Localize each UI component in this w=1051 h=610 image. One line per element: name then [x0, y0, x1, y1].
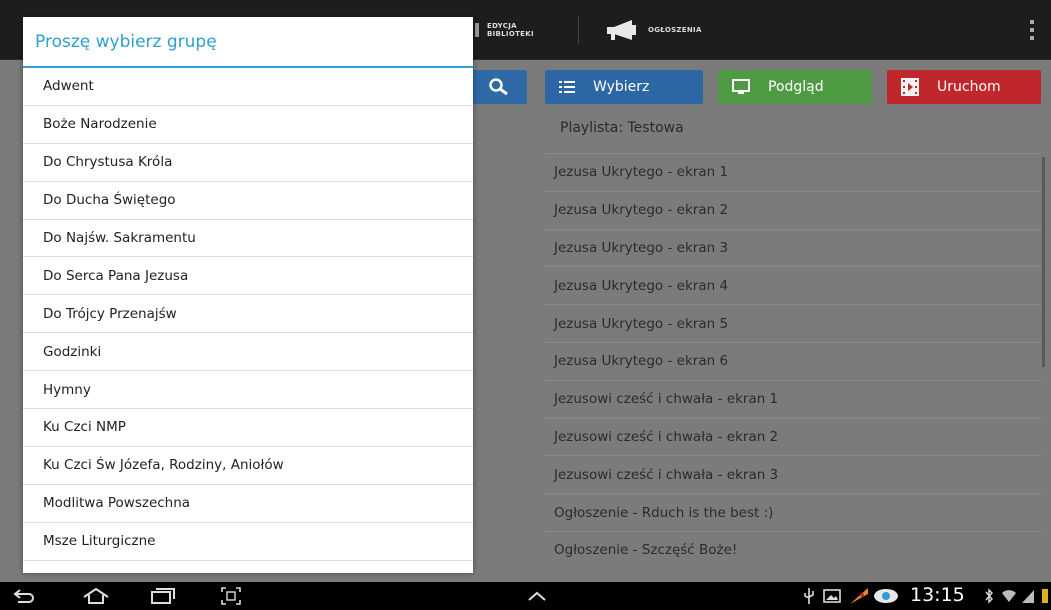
- playlist-item[interactable]: Jezusa Ukrytego - ekran 2: [545, 190, 1041, 229]
- edycja-biblioteki-tab[interactable]: EDYCJA BIBLIOTEKI: [475, 0, 534, 60]
- clock: 13:15: [910, 584, 965, 606]
- recent-apps-icon: [151, 588, 175, 604]
- group-item[interactable]: Hymny: [23, 371, 473, 410]
- edycja-label: EDYCJA: [487, 22, 517, 30]
- dot: [1030, 28, 1034, 32]
- podglad-button[interactable]: Podgląd: [718, 70, 872, 104]
- list-icon: [559, 80, 575, 94]
- back-button[interactable]: [10, 585, 38, 607]
- recent-apps-button[interactable]: [148, 585, 178, 607]
- group-item[interactable]: Modlitwa Powszechna: [23, 485, 473, 523]
- screenshot-icon: [221, 587, 241, 605]
- home-icon: [83, 587, 109, 604]
- playlist-item[interactable]: Jezusa Ukrytego - ekran 5: [545, 304, 1041, 342]
- group-item[interactable]: Ku Czci NMP: [23, 409, 473, 447]
- playlist-title: Playlista: Testowa: [560, 120, 684, 136]
- dialog-title: Proszę wybierz grupę: [23, 17, 473, 68]
- playlist-scrollbar[interactable]: [1042, 157, 1045, 367]
- wybierz-button[interactable]: Wybierz: [545, 70, 703, 104]
- group-list[interactable]: Adwent Boże Narodzenie Do Chrystusa Króla D…: [23, 68, 473, 573]
- megaphone-icon: [607, 20, 636, 40]
- battery-icon: [1040, 585, 1050, 607]
- back-icon: [13, 589, 34, 603]
- playlist-item[interactable]: Jezusa Ukrytego - ekran 3: [545, 228, 1041, 267]
- group-item[interactable]: Ku Czci Św Józefa, Rodziny, Aniołów: [23, 447, 473, 485]
- group-item[interactable]: Do Chrystusa Króla: [23, 144, 473, 182]
- monitor-icon: [732, 79, 750, 95]
- playlist-item[interactable]: Jezusa Ukrytego - ekran 4: [545, 266, 1041, 304]
- group-item[interactable]: Do Trójcy Przenajśw: [23, 295, 473, 334]
- search-button[interactable]: [470, 70, 527, 104]
- signal-icon: [1020, 585, 1036, 607]
- usb-icon: [800, 585, 818, 607]
- playlist-item[interactable]: Jezusa Ukrytego - ekran 1: [545, 153, 1041, 191]
- bluetooth-icon: [982, 585, 996, 607]
- overflow-menu-button[interactable]: [1029, 20, 1035, 40]
- pizza-icon: [848, 585, 870, 607]
- group-item[interactable]: Godzinki: [23, 333, 473, 372]
- system-bar: 13:15: [0, 582, 1051, 610]
- divider: [578, 16, 579, 44]
- eye-icon: [873, 585, 899, 607]
- playlist-item[interactable]: Jezusowi cześć i chwała - ekran 3: [545, 455, 1041, 493]
- app-screen: EDYCJA BIBLIOTEKI OGŁOSZENIA Wybierz Pod…: [0, 0, 1051, 610]
- playlist-list: Jezusa Ukrytego - ekran 1 Jezusa Ukrytego…: [545, 153, 1041, 573]
- film-play-icon: [901, 78, 919, 96]
- group-item[interactable]: Do Serca Pana Jezusa: [23, 257, 473, 296]
- playlist-item[interactable]: Ogłoszenie - Szczęść Boże!: [545, 530, 1041, 569]
- group-item[interactable]: Msze Liturgiczne: [23, 523, 473, 561]
- dot: [1030, 36, 1034, 40]
- dot: [1030, 20, 1034, 24]
- playlist-item[interactable]: Jezusowi cześć i chwała - ekran 2: [545, 417, 1041, 456]
- group-item[interactable]: Adwent: [23, 68, 473, 106]
- group-select-dialog: Proszę wybierz grupę Adwent Boże Narodzen…: [23, 17, 473, 573]
- expand-button[interactable]: [522, 585, 552, 607]
- playlist-item[interactable]: Jezusa Ukrytego - ekran 6: [545, 341, 1041, 380]
- ogloszenia-tab[interactable]: OGŁOSZENIA: [606, 0, 702, 60]
- playlist-item[interactable]: Ogłoszenie - Rduch is the best :): [545, 493, 1041, 531]
- biblioteki-label: BIBLIOTEKI: [487, 30, 534, 38]
- library-edit-icon: [475, 23, 479, 37]
- group-item[interactable]: Do Najśw. Sakramentu: [23, 220, 473, 258]
- group-item[interactable]: Do Ducha Świętego: [23, 182, 473, 220]
- home-button[interactable]: [80, 585, 112, 607]
- group-item[interactable]: Boże Narodzenie: [23, 106, 473, 144]
- chevron-up-icon: [528, 591, 546, 601]
- uruchom-button[interactable]: Uruchom: [887, 70, 1041, 104]
- screenshot-button[interactable]: [218, 585, 244, 607]
- playlist-item[interactable]: Jezusowi cześć i chwała - ekran 1: [545, 379, 1041, 418]
- wybierz-label: Wybierz: [593, 79, 650, 95]
- search-icon: [488, 78, 508, 96]
- uruchom-label: Uruchom: [937, 79, 1001, 95]
- wifi-icon: [1000, 585, 1018, 607]
- gallery-icon: [822, 585, 842, 607]
- podglad-label: Podgląd: [768, 79, 824, 95]
- ogloszenia-label: OGŁOSZENIA: [648, 26, 702, 34]
